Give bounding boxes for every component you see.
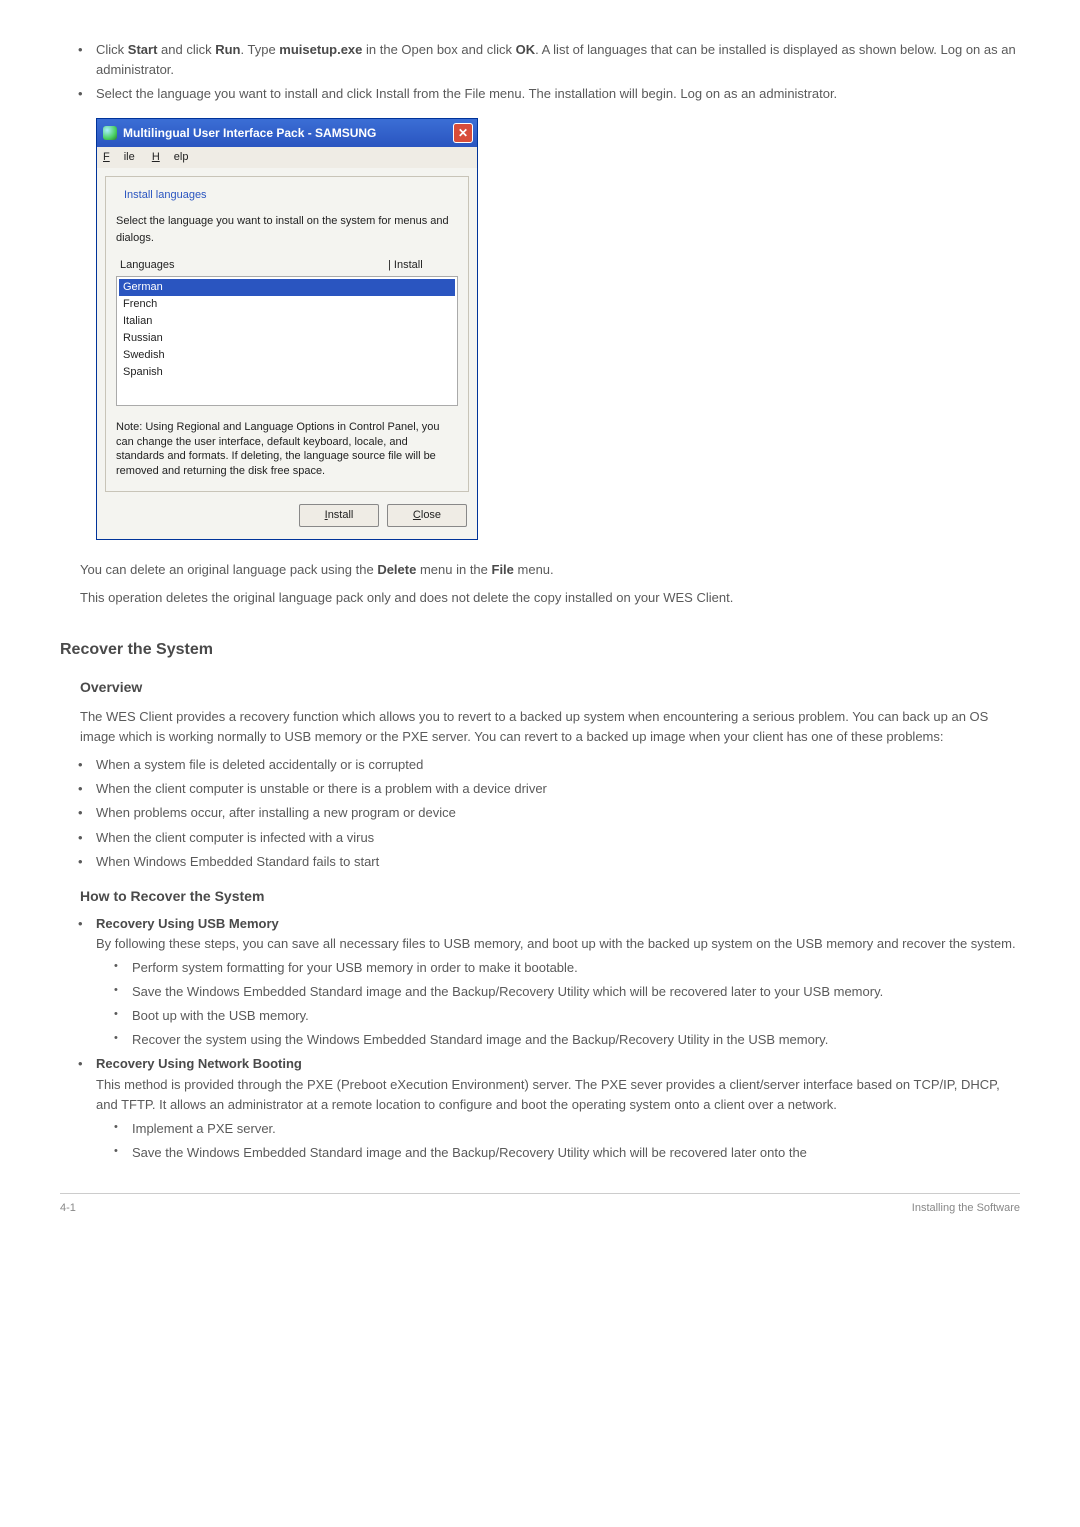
page-footer: 4-1 Installing the Software bbox=[60, 1193, 1020, 1217]
overview-item: When the client computer is unstable or … bbox=[78, 779, 1020, 799]
dialog-title: Multilingual User Interface Pack - SAMSU… bbox=[123, 124, 376, 143]
usb-title: Recovery Using USB Memory bbox=[96, 916, 279, 931]
close-button-bottom[interactable]: Close bbox=[387, 504, 467, 527]
overview-item: When problems occur, after installing a … bbox=[78, 803, 1020, 823]
overview-item: When Windows Embedded Standard fails to … bbox=[78, 852, 1020, 872]
install-languages-group: Install languages Select the language yo… bbox=[105, 176, 469, 492]
network-title: Recovery Using Network Booting bbox=[96, 1056, 302, 1071]
intro-bullet-list: Click Start and click Run. Type muisetup… bbox=[60, 40, 1020, 104]
group-label: Install languages bbox=[120, 187, 211, 204]
instruction-text: Select the language you want to install … bbox=[116, 213, 458, 247]
network-steps: Implement a PXE server. Save the Windows… bbox=[96, 1119, 1020, 1163]
bold: OK bbox=[516, 42, 536, 57]
text: Click bbox=[96, 42, 128, 57]
lang-item-swedish[interactable]: Swedish bbox=[119, 347, 455, 364]
text: in the Open box and click bbox=[362, 42, 515, 57]
menu-file[interactable]: File bbox=[103, 151, 135, 163]
list-header: Languages | Install bbox=[116, 257, 458, 274]
overview-heading: Overview bbox=[80, 677, 1020, 699]
overview-item: When a system file is deleted accidental… bbox=[78, 755, 1020, 775]
intro-bullet-1: Click Start and click Run. Type muisetup… bbox=[78, 40, 1020, 80]
bold: muisetup.exe bbox=[279, 42, 362, 57]
usb-intro: By following these steps, you can save a… bbox=[96, 934, 1020, 954]
col-install: | Install bbox=[388, 257, 458, 274]
usb-step: Recover the system using the Windows Emb… bbox=[114, 1030, 1020, 1050]
delete-note-1: You can delete an original language pack… bbox=[80, 560, 1020, 580]
install-button[interactable]: Install bbox=[299, 504, 379, 527]
network-step: Save the Windows Embedded Standard image… bbox=[114, 1143, 1020, 1163]
bold: Start bbox=[128, 42, 158, 57]
delete-note-2: This operation deletes the original lang… bbox=[80, 588, 1020, 608]
menu-help[interactable]: Help bbox=[152, 151, 189, 163]
usb-steps: Perform system formatting for your USB m… bbox=[96, 958, 1020, 1051]
lang-item-spanish[interactable]: Spanish bbox=[119, 364, 455, 381]
app-icon bbox=[103, 126, 117, 140]
lang-item-russian[interactable]: Russian bbox=[119, 330, 455, 347]
close-button[interactable]: ✕ bbox=[453, 123, 473, 143]
usb-step: Save the Windows Embedded Standard image… bbox=[114, 982, 1020, 1002]
section-title: Installing the Software bbox=[912, 1200, 1020, 1217]
lang-item-italian[interactable]: Italian bbox=[119, 313, 455, 330]
usb-step: Perform system formatting for your USB m… bbox=[114, 958, 1020, 978]
usb-step: Boot up with the USB memory. bbox=[114, 1006, 1020, 1026]
titlebar: Multilingual User Interface Pack - SAMSU… bbox=[97, 119, 477, 147]
recover-heading: Recover the System bbox=[60, 638, 1020, 663]
button-row: Install Close bbox=[97, 500, 477, 539]
network-step: Implement a PXE server. bbox=[114, 1119, 1020, 1139]
intro-bullet-2: Select the language you want to install … bbox=[78, 84, 1020, 104]
col-languages: Languages bbox=[116, 257, 388, 274]
text: . Type bbox=[241, 42, 280, 57]
overview-paragraph: The WES Client provides a recovery funct… bbox=[80, 707, 1020, 747]
bold: Run bbox=[215, 42, 240, 57]
lang-item-french[interactable]: French bbox=[119, 296, 455, 313]
network-method: Recovery Using Network Booting This meth… bbox=[78, 1054, 1020, 1163]
recovery-methods-list: Recovery Using USB Memory By following t… bbox=[60, 914, 1020, 1164]
network-intro: This method is provided through the PXE … bbox=[96, 1075, 1020, 1115]
page-number: 4-1 bbox=[60, 1200, 76, 1217]
usb-method: Recovery Using USB Memory By following t… bbox=[78, 914, 1020, 1051]
menubar: File Help bbox=[97, 147, 477, 168]
text: Select the language you want to install … bbox=[96, 86, 837, 101]
note-text: Note: Using Regional and Language Option… bbox=[116, 420, 458, 479]
language-listbox[interactable]: German French Italian Russian Swedish Sp… bbox=[116, 276, 458, 406]
overview-item: When the client computer is infected wit… bbox=[78, 828, 1020, 848]
how-to-heading: How to Recover the System bbox=[80, 886, 1020, 908]
overview-list: When a system file is deleted accidental… bbox=[60, 755, 1020, 872]
mui-dialog: Multilingual User Interface Pack - SAMSU… bbox=[96, 118, 478, 540]
text: and click bbox=[157, 42, 215, 57]
lang-item-german[interactable]: German bbox=[119, 279, 455, 296]
